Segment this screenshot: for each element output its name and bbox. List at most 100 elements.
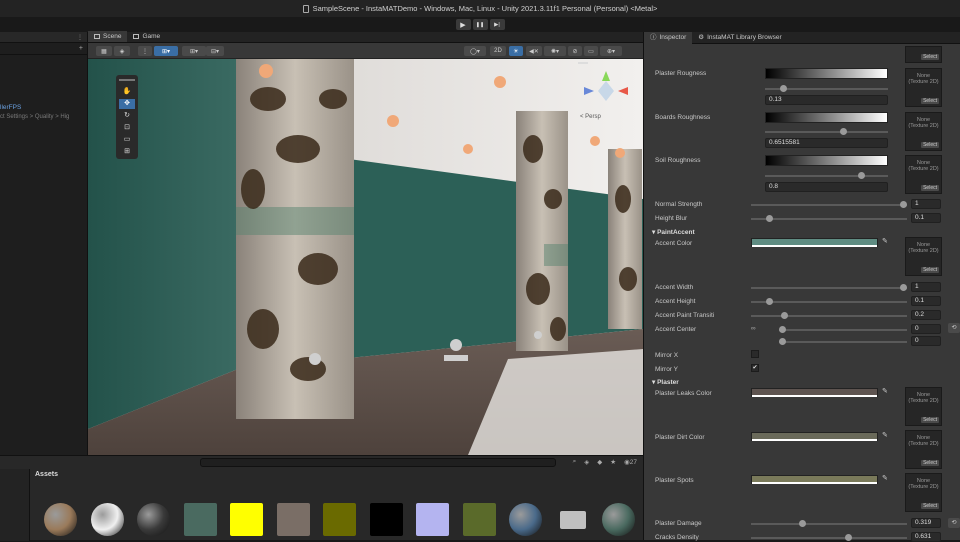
grid-snap-button[interactable]: ⊞▾ bbox=[182, 46, 206, 56]
eyedropper-icon[interactable]: ✎ bbox=[882, 237, 888, 245]
slider-knob[interactable] bbox=[779, 326, 786, 333]
mirror-x-checkbox[interactable] bbox=[751, 350, 759, 358]
step-button[interactable]: ▶| bbox=[489, 19, 505, 30]
plaster-spots-swatch[interactable] bbox=[751, 475, 878, 484]
accent-width-slider[interactable] bbox=[751, 284, 907, 291]
audio-button[interactable]: ◀✕ bbox=[526, 46, 542, 56]
texture-select-button[interactable]: Select bbox=[921, 54, 939, 60]
texture-slot-top[interactable]: Select bbox=[905, 46, 942, 63]
accent-center-y-slider[interactable] bbox=[779, 338, 907, 345]
texture-select-button[interactable]: Select bbox=[921, 267, 939, 273]
filter-icon[interactable]: ◈ bbox=[584, 458, 589, 466]
reset-link-icon[interactable]: ⟲ bbox=[948, 323, 960, 333]
reset-link-icon[interactable]: ⟲ bbox=[948, 518, 960, 528]
asset-thumbnail-olive[interactable] bbox=[323, 503, 356, 536]
shading-button[interactable]: ◈ bbox=[114, 46, 130, 56]
boards-roughness-texture-slot[interactable]: None (Texture 2D) Select bbox=[905, 112, 942, 151]
asset-thumbnail-moss[interactable] bbox=[462, 503, 496, 536]
slider-knob[interactable] bbox=[779, 338, 786, 345]
move-tool-icon[interactable]: ✥ bbox=[119, 99, 135, 109]
accent-color-swatch[interactable] bbox=[751, 238, 878, 247]
asset-thumbnail-folder[interactable] bbox=[556, 503, 589, 536]
normal-strength-slider[interactable] bbox=[751, 201, 907, 208]
add-icon[interactable]: + bbox=[79, 45, 83, 52]
plaster-dirt-texture-slot[interactable]: None (Texture 2D) Select bbox=[905, 430, 942, 469]
camera-button[interactable]: ▭ bbox=[584, 46, 598, 56]
orientation-button[interactable]: ◯▾ bbox=[464, 46, 486, 56]
plaster-section[interactable]: ▾ Plaster bbox=[652, 378, 679, 386]
star-icon[interactable]: ★ bbox=[610, 458, 616, 466]
tab-library-browser[interactable]: ⚙ InstaMAT Library Browser bbox=[692, 32, 787, 44]
boards-roughness-gradient[interactable] bbox=[765, 112, 888, 123]
slider-knob[interactable] bbox=[857, 172, 865, 179]
plaster-spots-texture-slot[interactable]: None (Texture 2D) Select bbox=[905, 473, 942, 512]
scene-viewport[interactable]: < Persp ✋ ✥ ↻ ⊡ ▭ ⊞ bbox=[88, 59, 643, 455]
accent-center-x-field[interactable]: 0 bbox=[911, 324, 941, 334]
increment-snap-button[interactable]: ⊟▾ bbox=[206, 46, 224, 56]
slider-knob[interactable] bbox=[900, 284, 907, 291]
slider-knob[interactable] bbox=[765, 215, 773, 222]
slider-knob[interactable] bbox=[780, 85, 788, 92]
gizmos-button[interactable]: ⊕▾ bbox=[600, 46, 622, 56]
play-button[interactable]: ▶ bbox=[455, 19, 471, 30]
hand-tool-icon[interactable]: ✋ bbox=[119, 87, 135, 97]
toggle-2d-button[interactable]: 2D bbox=[490, 46, 506, 56]
eyedropper-icon[interactable]: ✎ bbox=[882, 387, 888, 395]
asset-thumbnail-sphere-blue[interactable] bbox=[509, 503, 542, 536]
mirror-y-checkbox[interactable]: ✔ bbox=[751, 364, 759, 372]
slider-knob[interactable] bbox=[765, 298, 773, 305]
label-icon[interactable]: ◆ bbox=[597, 458, 602, 466]
soil-roughness-gradient[interactable] bbox=[765, 155, 888, 166]
texture-select-button[interactable]: Select bbox=[921, 142, 939, 148]
slider-knob[interactable] bbox=[780, 312, 788, 319]
cracks-density-slider[interactable] bbox=[751, 534, 907, 541]
cracks-density-field[interactable]: 0.631 bbox=[911, 532, 941, 542]
plaster-roughness-field[interactable]: 0.13 bbox=[765, 95, 888, 105]
link-icon[interactable]: ∞ bbox=[751, 325, 756, 332]
plaster-roughness-slider[interactable] bbox=[765, 85, 888, 92]
soil-roughness-field[interactable]: 0.8 bbox=[765, 182, 888, 192]
height-blur-field[interactable]: 0.1 bbox=[911, 213, 941, 223]
plaster-roughness-texture-slot[interactable]: None (Texture 2D) Select bbox=[905, 68, 942, 107]
plaster-damage-field[interactable]: 0.319 bbox=[911, 518, 941, 528]
eyedropper-icon[interactable]: ✎ bbox=[882, 431, 888, 439]
asset-thumbnail-sphere-green[interactable] bbox=[602, 503, 635, 536]
boards-roughness-field[interactable]: 0.6515581 bbox=[765, 138, 888, 148]
soil-roughness-texture-slot[interactable]: None (Texture 2D) Select bbox=[905, 155, 942, 194]
accent-height-field[interactable]: 0.1 bbox=[911, 296, 941, 306]
texture-select-button[interactable]: Select bbox=[921, 503, 939, 509]
pivot-button[interactable]: ⊞▾ bbox=[154, 46, 178, 56]
plaster-leaks-color-swatch[interactable] bbox=[751, 388, 878, 397]
asset-thumbnail-yellow[interactable] bbox=[230, 503, 263, 536]
scale-tool-icon[interactable]: ⊡ bbox=[119, 123, 135, 133]
boards-roughness-slider[interactable] bbox=[765, 128, 888, 135]
hidden-objects-button[interactable]: ⊘ bbox=[568, 46, 582, 56]
asset-thumbnail-black[interactable] bbox=[369, 503, 403, 536]
normal-strength-field[interactable]: 1 bbox=[911, 199, 941, 209]
asset-thumbnail-sphere-dark[interactable] bbox=[137, 503, 170, 536]
accent-texture-slot[interactable]: None (Texture 2D) Select bbox=[905, 237, 942, 276]
pause-button[interactable]: ❚❚ bbox=[472, 19, 488, 30]
draw-mode-button[interactable]: ▦ bbox=[96, 46, 112, 56]
asset-thumbnail-taupe[interactable] bbox=[276, 503, 310, 536]
rect-tool-icon[interactable]: ▭ bbox=[119, 135, 135, 145]
plaster-dirt-color-swatch[interactable] bbox=[751, 432, 878, 441]
accent-height-slider[interactable] bbox=[751, 298, 907, 305]
accent-center-x-slider[interactable] bbox=[779, 326, 907, 333]
slider-knob[interactable] bbox=[900, 201, 907, 208]
asset-thumbnail-sphere-brown[interactable] bbox=[44, 503, 77, 536]
asset-thumbnail-sphere-white[interactable] bbox=[90, 503, 124, 536]
texture-select-button[interactable]: Select bbox=[921, 185, 939, 191]
slider-knob[interactable] bbox=[840, 128, 848, 135]
texture-select-button[interactable]: Select bbox=[921, 460, 939, 466]
accent-paint-transition-slider[interactable] bbox=[751, 312, 907, 319]
accent-paint-transition-field[interactable]: 0.2 bbox=[911, 310, 941, 320]
search-icon[interactable]: ⌕ bbox=[573, 458, 577, 466]
lighting-button[interactable]: ☀ bbox=[509, 46, 523, 56]
effects-button[interactable]: ✺▾ bbox=[544, 46, 566, 56]
paint-accent-section[interactable]: ▾ PaintAccent bbox=[652, 228, 695, 236]
asset-thumbnail-lavender[interactable] bbox=[416, 503, 449, 536]
height-blur-slider[interactable] bbox=[751, 215, 907, 222]
persp-label[interactable]: < Persp bbox=[580, 114, 601, 120]
hierarchy-item[interactable]: llerFPS bbox=[0, 104, 21, 111]
